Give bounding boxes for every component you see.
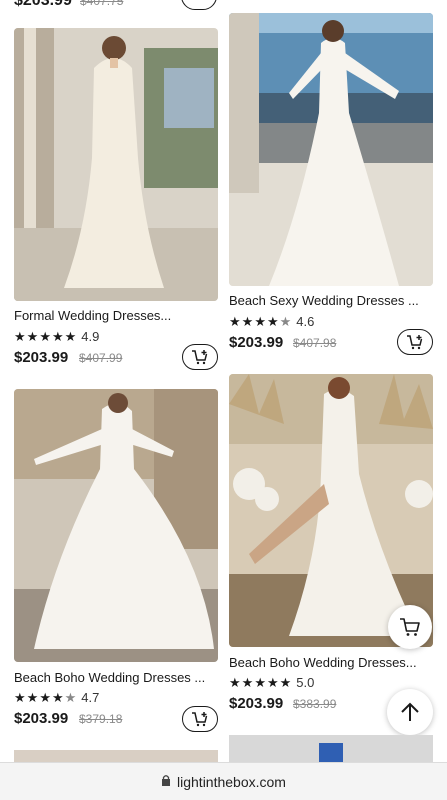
rating-stars: ★ ★ ★ ★ ★ 4.9 [14,329,99,344]
back-to-top-button[interactable] [387,689,433,735]
rating-stars: ★ ★ ★ ★ ★ 4.7 [14,690,99,705]
product-title[interactable]: Formal Wedding Dresses... [14,308,218,323]
star-icon: ★ [266,675,279,690]
half-star-icon: ★ [279,314,292,329]
star-icon: ★ [14,690,26,705]
star-icon: ★ [51,329,64,344]
product-title[interactable]: Beach Boho Wedding Dresses... [229,655,433,670]
star-icon: ★ [14,329,26,344]
star-icon: ★ [279,675,292,690]
star-icon: ★ [64,329,77,344]
product-price: $203.99 [229,334,284,351]
product-price: $203.99 [229,695,284,712]
star-icon: ★ [254,314,266,329]
star-icon: ★ [26,690,39,705]
previous-price: $203.99 [14,0,72,9]
add-to-cart-icon [192,712,208,727]
rating-stars: ★ ★ ★ ★ ★ 4.6 [229,314,314,329]
previous-original-price: $407.75 [80,0,124,8]
star-icon: ★ [39,329,51,344]
star-icon: ★ [266,314,279,329]
product-title[interactable]: Beach Sexy Wedding Dresses ... [229,293,433,308]
url-text[interactable]: lightinthebox.com [177,774,286,790]
star-icon: ★ [39,690,51,705]
product-image[interactable] [229,13,433,286]
add-to-cart-button[interactable] [397,329,433,355]
lock-icon [161,773,171,791]
browser-url-bar[interactable]: lightinthebox.com [0,762,447,800]
previous-row-fragment: $203.99 $407.75 [0,0,447,14]
floating-cart-button[interactable] [388,605,432,649]
add-to-cart-icon [407,335,423,350]
add-to-cart-button[interactable] [182,344,218,370]
rating-value: 4.6 [296,314,315,329]
add-to-cart-icon [192,350,208,365]
star-icon: ★ [241,675,254,690]
star-icon: ★ [51,690,64,705]
star-icon: ★ [229,314,241,329]
star-icon: ★ [241,314,254,329]
original-price: $383.99 [293,697,337,711]
rating-value: 4.9 [81,329,100,344]
product-image[interactable] [14,389,218,662]
original-price: $407.98 [293,336,337,350]
product-title[interactable]: Beach Boho Wedding Dresses ... [14,670,218,685]
cart-icon [400,618,420,636]
product-price: $203.99 [14,349,69,366]
arrow-up-icon [401,702,419,721]
previous-add-to-cart-button[interactable] [181,0,217,10]
original-price: $407.99 [79,351,123,365]
rating-stars: ★ ★ ★ ★ ★ 5.0 [229,675,314,690]
original-price: $379.18 [79,712,123,726]
rating-value: 5.0 [296,675,315,690]
star-icon: ★ [26,329,39,344]
next-product-image[interactable] [229,735,433,762]
star-icon: ★ [254,675,266,690]
rating-value: 4.7 [81,690,100,705]
half-star-icon: ★ [64,690,77,705]
next-product-image[interactable] [14,750,218,762]
product-price: $203.99 [14,710,69,727]
add-to-cart-button[interactable] [182,706,218,732]
star-icon: ★ [229,675,241,690]
product-image[interactable] [14,28,218,301]
